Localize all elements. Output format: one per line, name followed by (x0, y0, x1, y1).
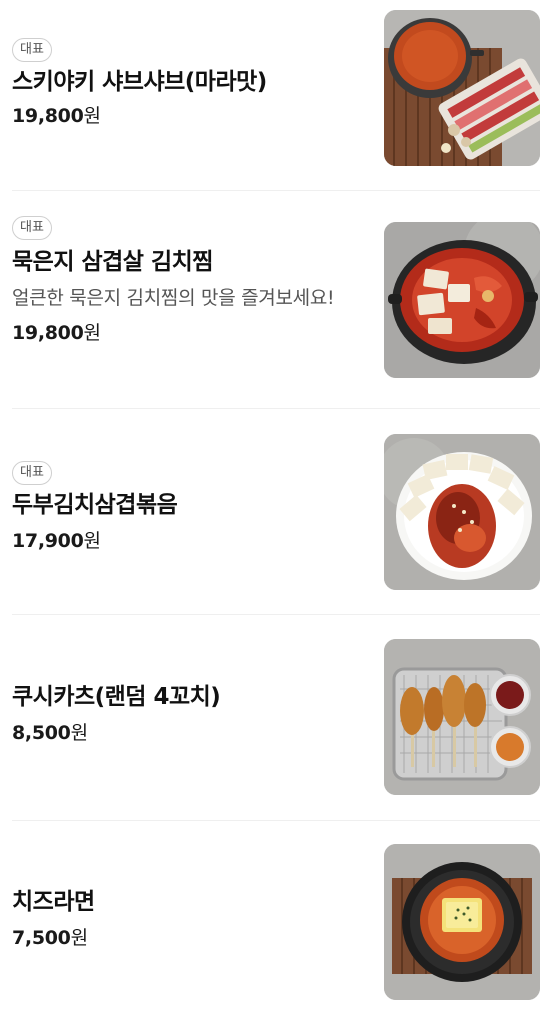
menu-item-price: 19,800원 (12, 101, 364, 131)
price-amount: 17,900 (12, 530, 84, 552)
price-amount: 8,500 (12, 722, 71, 744)
price-amount: 19,800 (12, 322, 84, 344)
price-currency: 원 (83, 322, 101, 344)
menu-item-name: 치즈라면 (12, 889, 95, 915)
menu-item-name: 쿠시카츠(랜덤 4꼬치) (12, 684, 221, 710)
menu-item[interactable]: 치즈라면 7,500원 (12, 821, 540, 1020)
price-amount: 7,500 (12, 927, 71, 949)
menu-item-name: 묵은지 삼겹살 김치찜 (12, 249, 213, 275)
menu-item-info: 대표 스키야키 샤브샤브(마라맛) 19,800원 (12, 38, 364, 131)
menu-item[interactable]: 대표 스키야키 샤브샤브(마라맛) 19,800원 (12, 0, 540, 191)
menu-item-info: 대표 묵은지 삼겹살 김치찜 얼큰한 묵은지 김치찜의 맛을 즐겨보세요! 19… (12, 216, 364, 348)
menu-item[interactable]: 대표 묵은지 삼겹살 김치찜 얼큰한 묵은지 김치찜의 맛을 즐겨보세요! 19… (12, 191, 540, 409)
price-currency: 원 (83, 530, 101, 552)
sukiyaki-shabu-hotpot-photo[interactable] (384, 10, 540, 166)
price-currency: 원 (70, 722, 88, 744)
menu-item-name: 두부김치삼겹볶음 (12, 492, 178, 518)
menu-item-price: 19,800원 (12, 318, 364, 348)
menu-item[interactable]: 쿠시카츠(랜덤 4꼬치) 8,500원 (12, 615, 540, 821)
price-amount: 19,800 (12, 105, 84, 127)
menu-item[interactable]: 대표 두부김치삼겹볶음 17,900원 (12, 409, 540, 615)
kushikatsu-skewers-photo[interactable] (384, 639, 540, 795)
signature-badge: 대표 (12, 38, 52, 62)
menu-item-description: 얼큰한 묵은지 김치찜의 맛을 즐겨보세요! (12, 287, 335, 309)
price-currency: 원 (70, 927, 88, 949)
menu-item-info: 대표 두부김치삼겹볶음 17,900원 (12, 461, 364, 556)
signature-badge: 대표 (12, 461, 52, 485)
kimchi-jjim-pot-photo[interactable] (384, 222, 540, 378)
tofu-kimchi-pork-plate-photo[interactable] (384, 434, 540, 590)
menu-item-info: 치즈라면 7,500원 (12, 886, 364, 953)
cheese-ramen-bowl-photo[interactable] (384, 844, 540, 1000)
price-currency: 원 (83, 105, 101, 127)
menu-item-price: 8,500원 (12, 718, 364, 748)
menu-item-price: 17,900원 (12, 526, 364, 556)
menu-item-name: 스키야키 샤브샤브(마라맛) (12, 69, 267, 95)
menu-item-info: 쿠시카츠(랜덤 4꼬치) 8,500원 (12, 681, 364, 748)
menu-item-price: 7,500원 (12, 923, 364, 953)
signature-badge: 대표 (12, 216, 52, 240)
